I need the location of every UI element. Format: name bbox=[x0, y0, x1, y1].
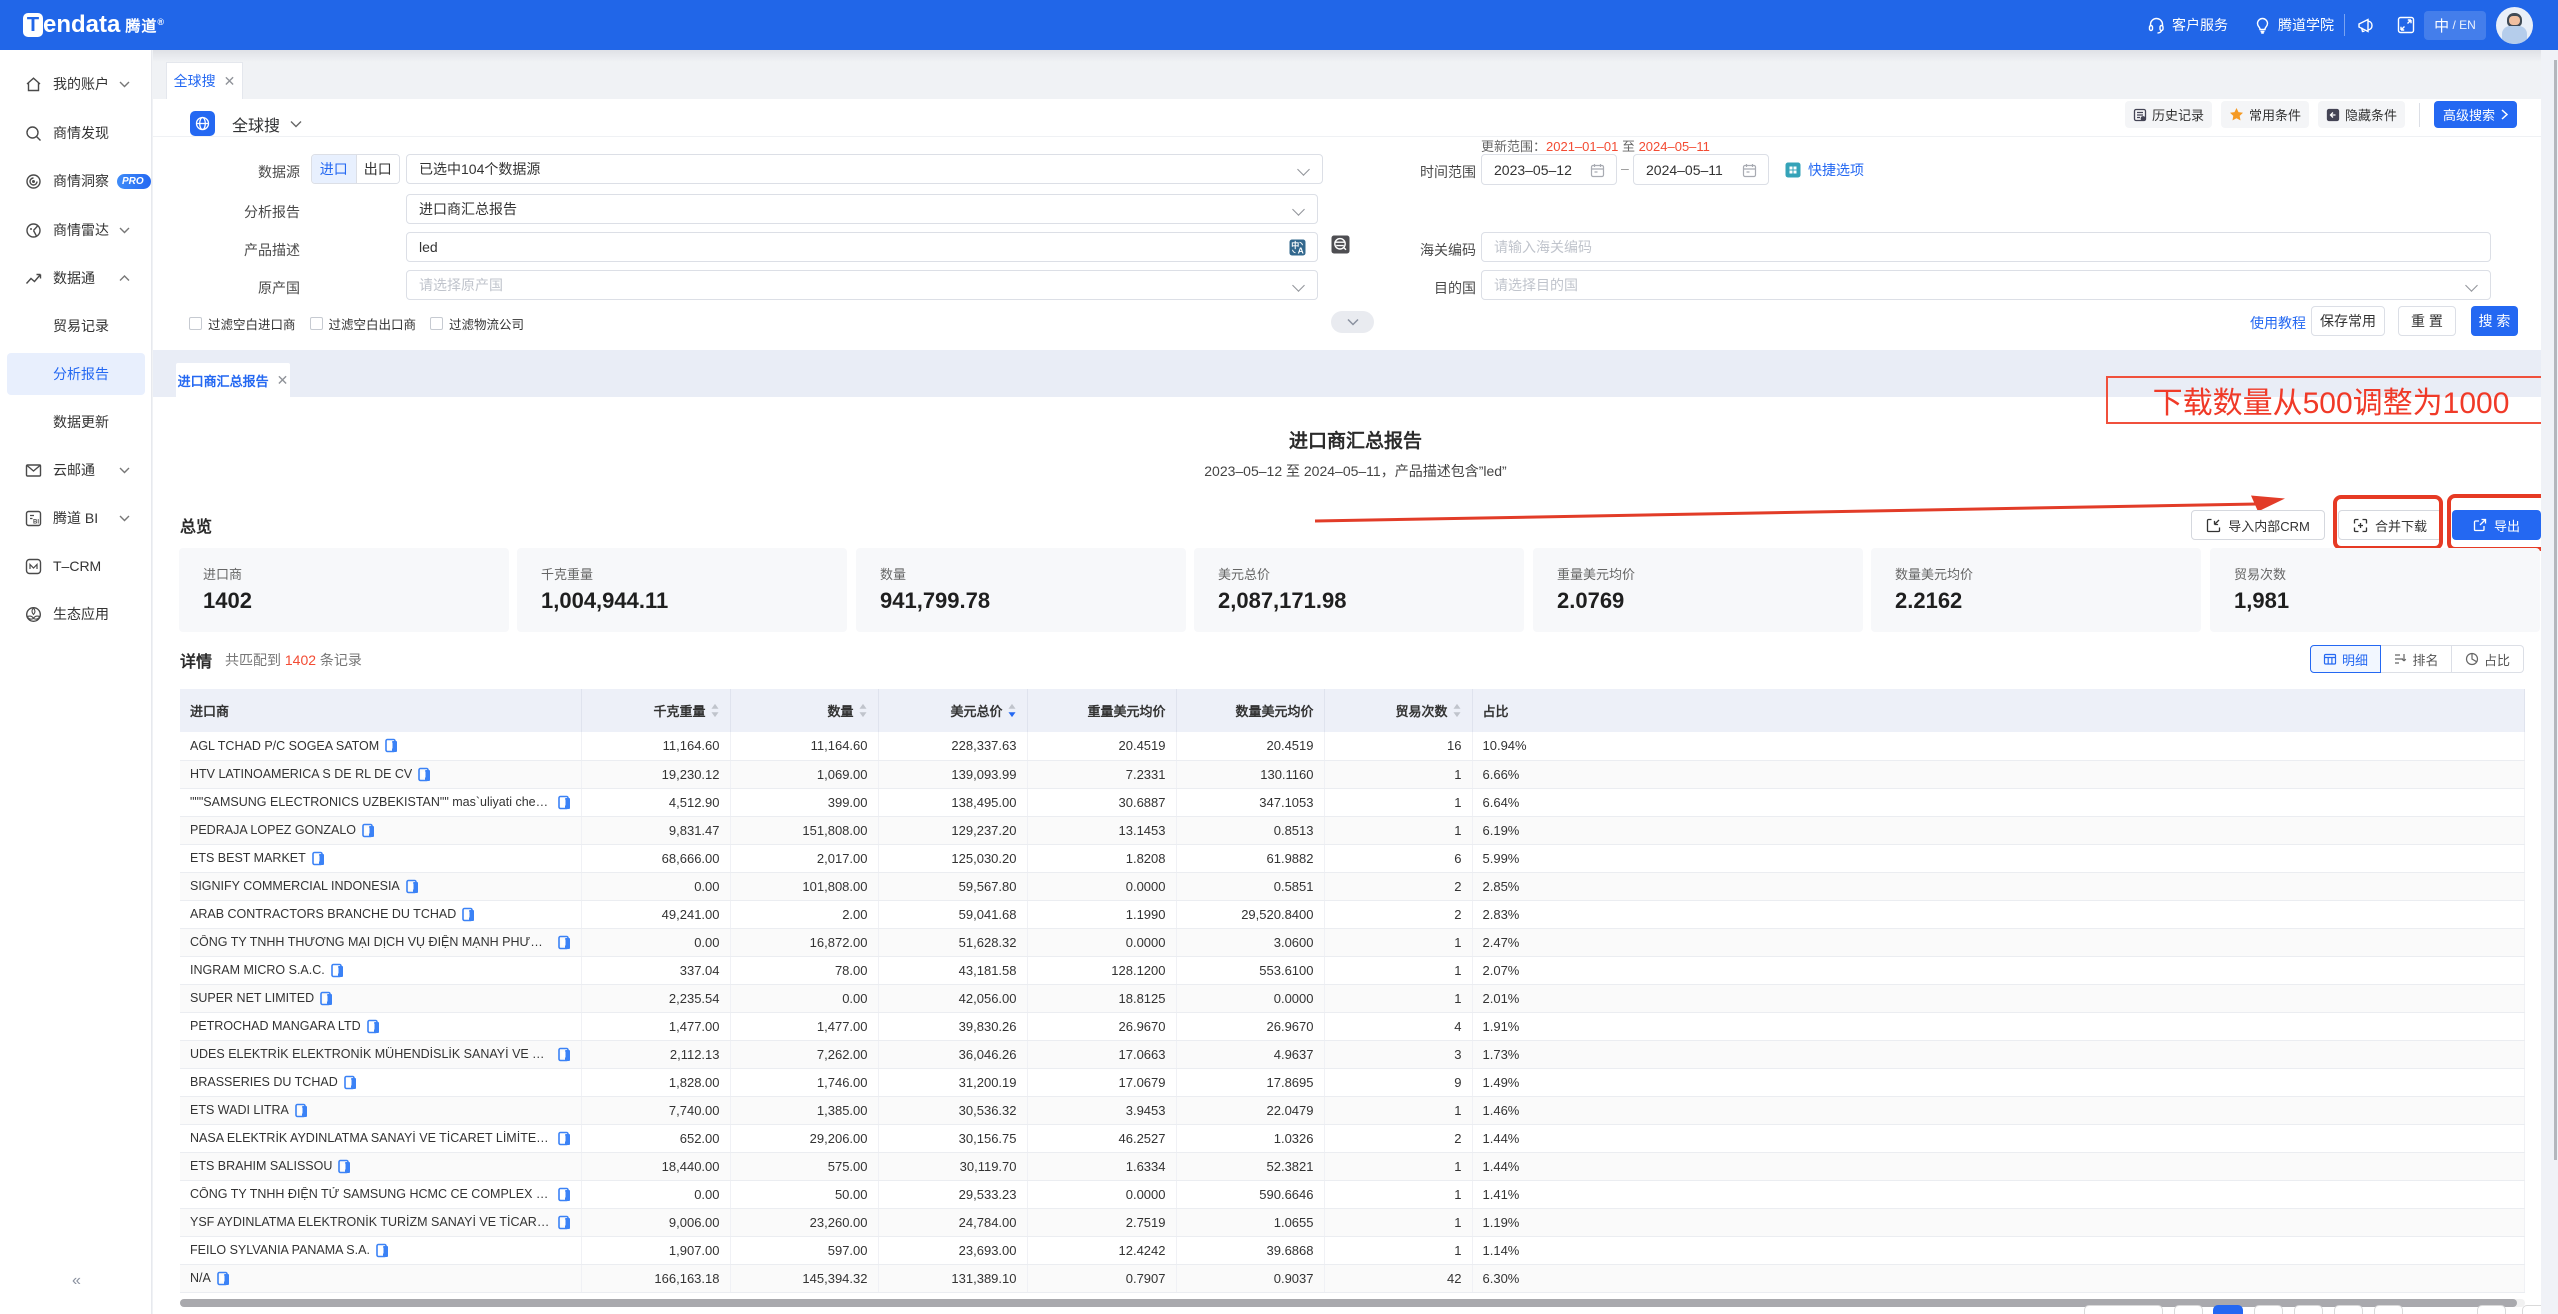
svg-text:BI: BI bbox=[33, 519, 39, 525]
svg-text:A: A bbox=[1298, 246, 1304, 256]
